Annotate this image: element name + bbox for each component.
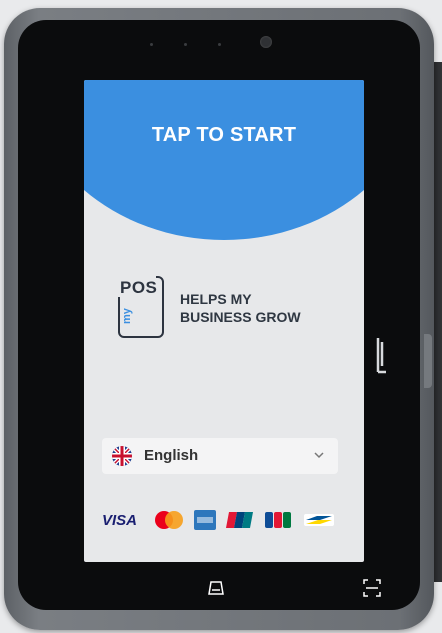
camera-icon bbox=[260, 36, 272, 48]
payment-methods: VISA bbox=[102, 510, 342, 536]
uk-flag-icon bbox=[112, 446, 132, 466]
mastercard-icon bbox=[155, 511, 183, 529]
jcb-icon bbox=[265, 512, 291, 528]
language-label: English bbox=[144, 447, 199, 464]
chevron-down-icon bbox=[314, 452, 324, 459]
language-selector[interactable]: English bbox=[102, 438, 338, 474]
side-logo-icon bbox=[376, 338, 386, 374]
logo-my-text: my bbox=[121, 308, 133, 324]
unionpay-icon bbox=[226, 512, 253, 528]
bancontact-icon bbox=[304, 514, 334, 526]
slogan-line-1: HELPS MY bbox=[180, 291, 252, 307]
mypos-brand: POS my HELPS MY BUSINESS GROW bbox=[118, 276, 338, 346]
side-button[interactable] bbox=[424, 334, 432, 388]
scan-icon[interactable] bbox=[362, 578, 382, 598]
logo-pos-text: POS bbox=[120, 278, 158, 297]
device-screen: TAP TO START POS my HELPS MY BUSINESS GR… bbox=[84, 80, 364, 562]
visa-logo: VISA bbox=[102, 512, 138, 529]
amex-icon bbox=[194, 510, 216, 530]
slogan-line-2: BUSINESS GROW bbox=[180, 309, 301, 325]
tap-to-start-area[interactable] bbox=[84, 80, 364, 240]
slogan: HELPS MY BUSINESS GROW bbox=[180, 290, 301, 326]
tap-to-start-label[interactable]: TAP TO START bbox=[84, 124, 364, 147]
receipt-printer-icon[interactable] bbox=[206, 578, 226, 598]
